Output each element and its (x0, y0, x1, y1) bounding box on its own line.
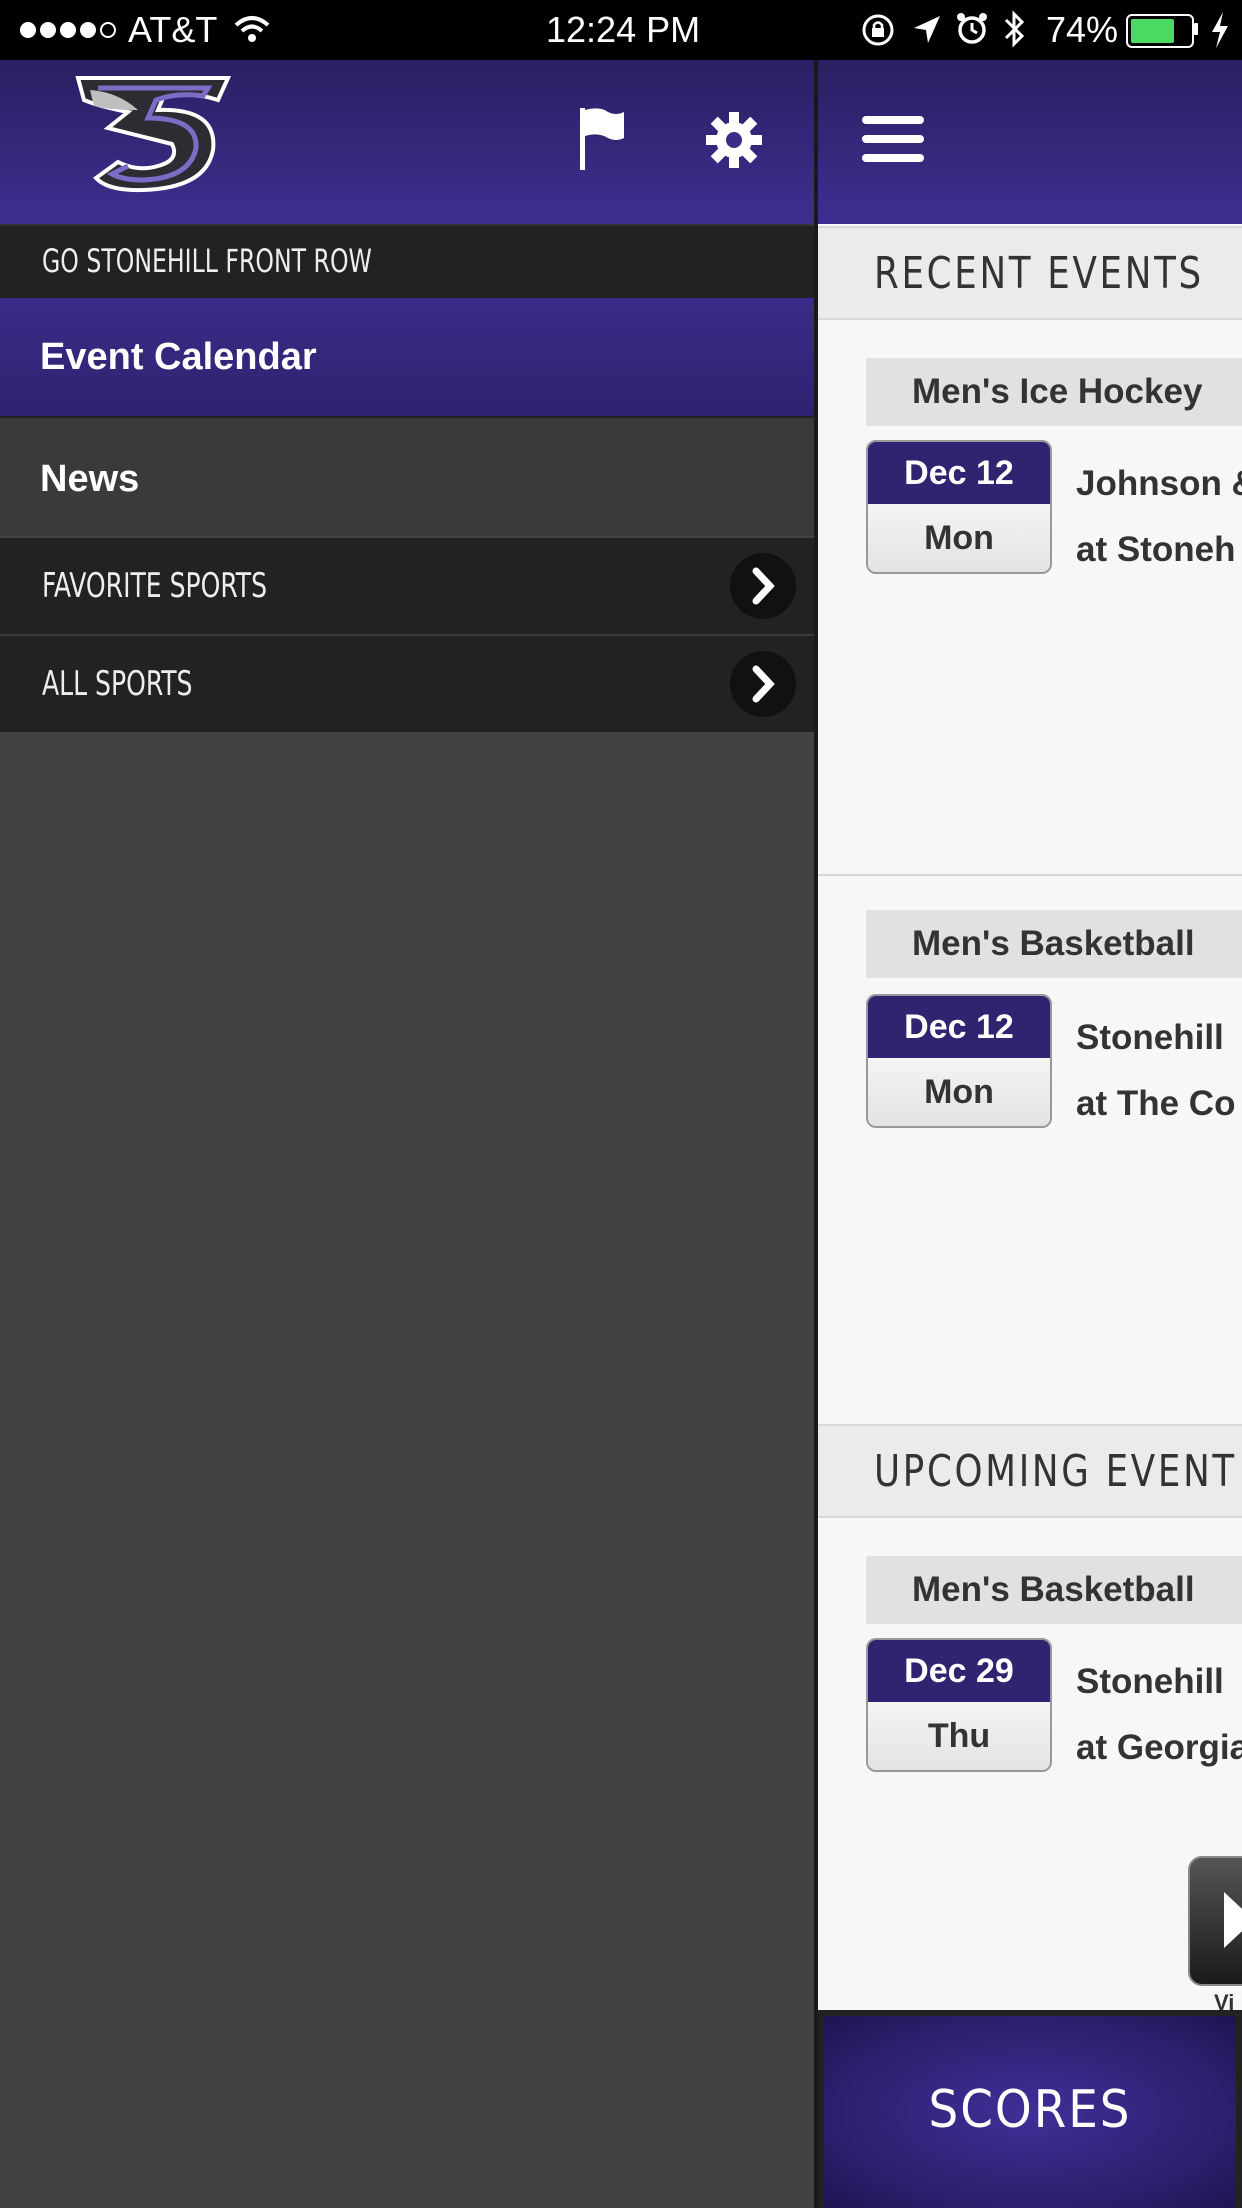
scores-label: SCORES (928, 2080, 1132, 2140)
date-badge: Dec 12 Mon (866, 440, 1052, 574)
date-badge: Dec 29 Thu (866, 1638, 1052, 1772)
stonehill-skyhawks-logo[interactable] (68, 70, 238, 196)
chevron-right-icon[interactable] (730, 651, 796, 717)
event-date: Dec 29 (868, 1640, 1050, 1702)
nav-item-news[interactable]: News (0, 418, 816, 536)
battery-level (1131, 19, 1174, 43)
scores-button[interactable]: SCORES (824, 2016, 1236, 2208)
section-label: FAVORITE SPORTS (42, 566, 268, 606)
date-badge: Dec 12 Mon (866, 994, 1052, 1128)
event-day: Mon (868, 504, 1050, 572)
sport-label-pill: Men's Basketball (866, 1556, 1242, 1624)
clock: 12:24 PM (546, 9, 701, 50)
hamburger-icon[interactable] (862, 116, 924, 162)
drawer-top-label: GO STONEHILL FRONT ROW (42, 242, 372, 280)
battery-percent: 74% (1046, 9, 1119, 50)
video-button[interactable] (1188, 1856, 1242, 1986)
main-panel: RECENT EVENTS Men's Ice Hockey Dec 12 Mo… (818, 60, 1242, 2208)
event-teams: Stonehill (1076, 1018, 1224, 1057)
event-date: Dec 12 (868, 442, 1050, 504)
drawer-header (0, 60, 816, 224)
event-location: at Stoneh (1076, 530, 1236, 569)
section-favorite-sports[interactable]: FAVORITE SPORTS (0, 538, 816, 636)
event-location: at Georgia (1076, 1728, 1242, 1767)
sport-name: Men's Ice Hockey (912, 372, 1203, 411)
signal-dot-empty (100, 22, 116, 38)
section-title: UPCOMING EVENT (874, 1446, 1237, 1497)
event-day: Mon (868, 1058, 1050, 1126)
wifi-icon (234, 16, 270, 42)
play-icon (1224, 1892, 1242, 1948)
nav-item-label: Event Calendar (40, 336, 317, 378)
scores-bar: SCORES (818, 2010, 1242, 2208)
gear-icon[interactable] (704, 110, 764, 170)
battery-tip (1194, 23, 1198, 35)
sport-label-pill: Men's Basketball (866, 910, 1242, 978)
event-date: Dec 12 (868, 996, 1050, 1058)
event-teams: Johnson & (1076, 464, 1242, 503)
section-title: RECENT EVENTS (874, 248, 1204, 299)
section-all-sports[interactable]: ALL SPORTS (0, 636, 816, 732)
signal-dot (40, 22, 56, 38)
sport-name: Men's Basketball (912, 1570, 1195, 1609)
sport-label-pill: Men's Ice Hockey (866, 358, 1242, 426)
nav-item-label: News (40, 458, 140, 500)
location-icon (914, 16, 940, 43)
alarm-icon (957, 13, 987, 44)
recent-events-header: RECENT EVENTS (818, 226, 1242, 320)
status-bar: AT&T 12:24 PM 74% (0, 0, 1242, 60)
rotation-lock-icon (862, 14, 894, 46)
side-drawer: GO STONEHILL FRONT ROW Event Calendar Ne… (0, 60, 816, 2208)
signal-dot (20, 22, 36, 38)
nav-item-event-calendar[interactable]: Event Calendar (0, 298, 816, 418)
event-location: at The Co (1076, 1084, 1236, 1123)
charging-bolt-icon (1212, 12, 1228, 48)
section-label: ALL SPORTS (42, 664, 193, 704)
battery-icon (1126, 14, 1194, 48)
event-day: Thu (868, 1702, 1050, 1770)
drawer-top-label-bar: GO STONEHILL FRONT ROW (0, 224, 816, 298)
signal-dot (60, 22, 76, 38)
flag-icon[interactable] (576, 104, 628, 172)
signal-dot (80, 22, 96, 38)
upcoming-events-header: UPCOMING EVENT (818, 1424, 1242, 1518)
bluetooth-icon (1004, 10, 1025, 48)
sport-name: Men's Basketball (912, 924, 1195, 963)
chevron-right-icon[interactable] (730, 553, 796, 619)
event-teams: Stonehill (1076, 1662, 1224, 1701)
divider (818, 874, 1242, 876)
carrier-name: AT&T (128, 9, 218, 50)
main-header (818, 60, 1242, 224)
